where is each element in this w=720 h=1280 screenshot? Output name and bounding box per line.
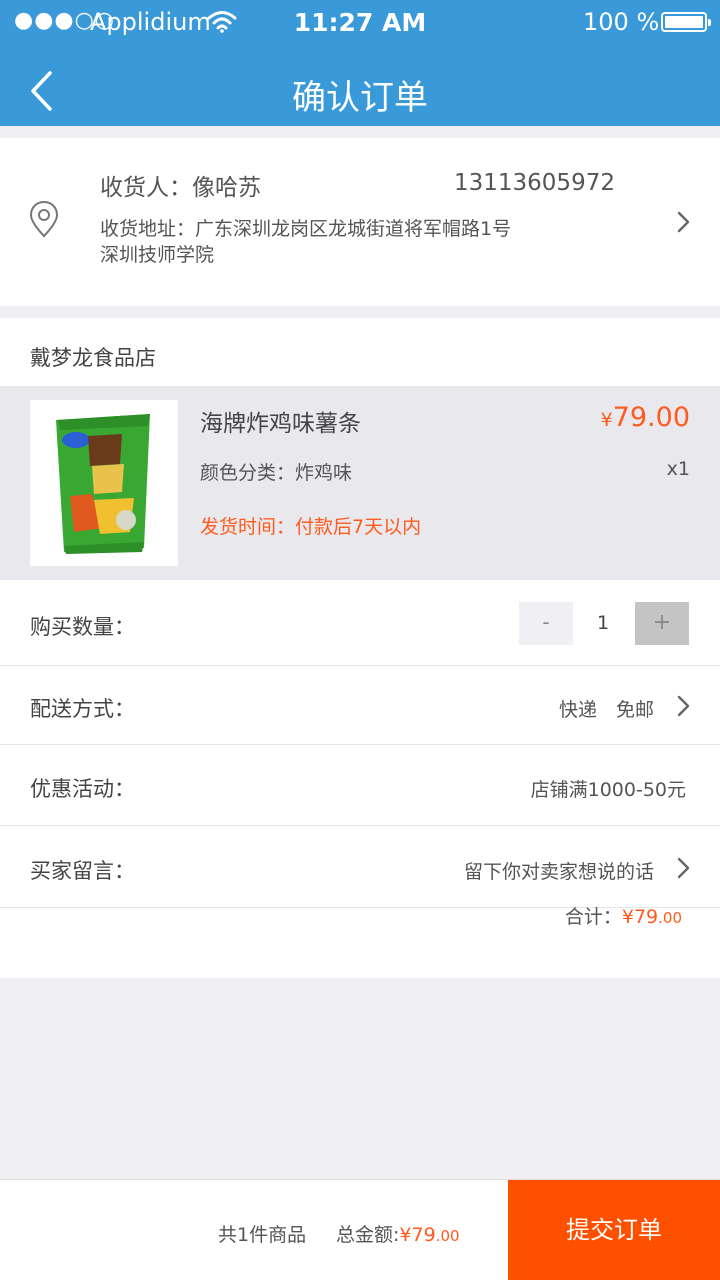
recipient-phone: 13113605972 <box>454 170 615 196</box>
shipping-address-card[interactable]: 收货人：像哈苏 13113605972 收货地址：广东深圳龙岗区龙城街道将军帽路… <box>0 138 720 306</box>
order-total: 总金额:¥79.00 <box>336 1220 460 1247</box>
quantity-decrease-button[interactable]: - <box>519 602 573 645</box>
status-bar: ●●●○○ Applidium 11:27 AM 100 % <box>0 0 720 44</box>
app-header: ●●●○○ Applidium 11:27 AM 100 % 确认订单 <box>0 0 720 126</box>
delivery-row[interactable]: 配送方式： 快递 免邮 <box>0 666 720 745</box>
subtotal: 合计：¥79.00 <box>565 902 682 929</box>
quantity-row: 购买数量： - 1 + <box>0 580 720 666</box>
order-options: 购买数量： - 1 + 配送方式： 快递 免邮 优惠活动： 店铺满1000-50… <box>0 580 720 978</box>
store-name: 戴梦龙食品店 <box>30 346 156 370</box>
product-image <box>30 400 178 566</box>
recipient-name: 收货人：像哈苏 <box>100 175 261 201</box>
product-item[interactable]: 海牌炸鸡味薯条 ¥79.00 颜色分类：炸鸡味 x1 发货时间：付款后7天以内 <box>0 386 720 580</box>
subtotal-label: 合计： <box>564 906 622 928</box>
total-cents: .00 <box>435 1227 460 1245</box>
buyer-message-label: 买家留言： <box>30 859 135 883</box>
total-main: ¥79 <box>399 1224 436 1246</box>
total-label: 总金额: <box>336 1224 400 1246</box>
chevron-right-icon <box>677 211 690 233</box>
quantity-value[interactable]: 1 <box>582 602 624 645</box>
product-price: ¥79.00 <box>601 402 690 433</box>
buyer-message-input[interactable]: 留下你对卖家想说的话 <box>464 857 654 884</box>
battery-percentage: 100 % <box>583 8 660 36</box>
checkout-bar: 共1件商品 总金额:¥79.00 提交订单 <box>0 1179 720 1280</box>
product-variant: 颜色分类：炸鸡味 <box>200 462 353 484</box>
buyer-message-row[interactable]: 买家留言： 留下你对卖家想说的话 <box>0 826 720 908</box>
address-line-2: 深圳技师学院 <box>100 244 215 266</box>
battery-icon <box>661 12 711 32</box>
shipping-address: 收货地址：广东深圳龙岗区龙城街道将军帽路1号 深圳技师学院 <box>100 216 580 268</box>
promotion-value: 店铺满1000-50元 <box>530 779 686 801</box>
page-title: 确认订单 <box>292 78 428 118</box>
location-pin-icon <box>29 200 59 238</box>
currency-symbol: ¥ <box>600 409 613 431</box>
subtotal-main: ¥79 <box>621 906 659 928</box>
product-quantity: x1 <box>666 458 690 480</box>
delivery-label: 配送方式： <box>30 697 135 721</box>
address-line-1: 收货地址：广东深圳龙岗区龙城街道将军帽路1号 <box>100 218 512 240</box>
store-section: 戴梦龙食品店 海牌炸鸡味薯条 ¥79.00 颜色分类：炸鸡味 x1 发货时间：付… <box>0 318 720 580</box>
subtotal-cents: .00 <box>658 909 682 927</box>
shipping-time: 发货时间：付款后7天以内 <box>200 516 422 538</box>
quantity-label: 购买数量： <box>30 615 135 639</box>
quantity-increase-button[interactable]: + <box>635 602 689 645</box>
submit-order-button[interactable]: 提交订单 <box>508 1180 720 1280</box>
promotion-row: 优惠活动： 店铺满1000-50元 <box>0 745 720 826</box>
chevron-right-icon <box>677 695 690 717</box>
product-name: 海牌炸鸡味薯条 <box>200 411 361 437</box>
promotion-label: 优惠活动： <box>30 777 135 801</box>
chevron-right-icon <box>677 857 690 879</box>
subtotal-amount: ¥79.00 <box>622 906 682 928</box>
total-amount: ¥79.00 <box>399 1224 459 1246</box>
delivery-value: 快递 免邮 <box>558 699 654 721</box>
price-value: 79.00 <box>612 402 690 433</box>
item-count: 共1件商品 <box>218 1224 307 1246</box>
